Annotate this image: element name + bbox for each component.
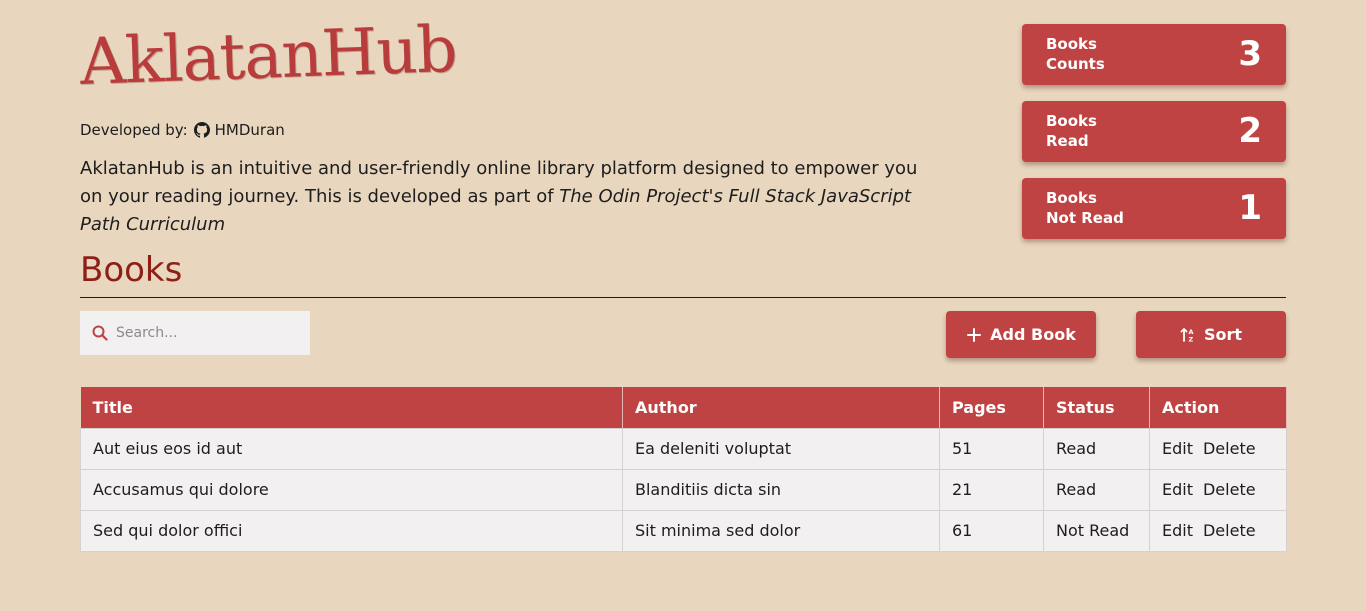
delete-button[interactable]: Delete <box>1203 521 1256 540</box>
edit-button[interactable]: Edit <box>1162 480 1193 499</box>
stat-label-line2: Not Read <box>1046 209 1124 227</box>
table-row: Aut eius eos id aut Ea deleniti voluptat… <box>80 427 1287 470</box>
sort-button[interactable]: AZ Sort <box>1136 311 1286 358</box>
table-row: Sed qui dolor offici Sit minima sed dolo… <box>80 509 1287 552</box>
stat-label: Books Not Read <box>1046 188 1166 228</box>
stat-value: 2 <box>1238 111 1262 151</box>
stat-books-not-read: Books Not Read 1 <box>1022 178 1286 239</box>
delete-button[interactable]: Delete <box>1203 439 1256 458</box>
cell-pages: 61 <box>939 509 1044 552</box>
books-table: Title Author Pages Status Action Aut eiu… <box>80 387 1287 552</box>
stat-label: Books Counts <box>1046 34 1166 74</box>
search-icon <box>92 325 108 341</box>
column-header-action: Action <box>1149 387 1287 428</box>
stat-label-line2: Read <box>1046 132 1089 150</box>
section-divider <box>80 297 1286 298</box>
cell-action: Edit Delete <box>1149 509 1287 552</box>
stat-label-line1: Books <box>1046 35 1097 53</box>
github-icon[interactable] <box>193 122 210 138</box>
edit-button[interactable]: Edit <box>1162 439 1193 458</box>
app-logo: AklatanHub <box>78 12 458 100</box>
cell-title: Sed qui dolor offici <box>80 509 623 552</box>
cell-status[interactable]: Not Read <box>1043 509 1150 552</box>
cell-status[interactable]: Read <box>1043 427 1150 470</box>
stat-label-line2: Counts <box>1046 55 1105 73</box>
add-book-label: Add Book <box>990 325 1076 344</box>
add-book-button[interactable]: Add Book <box>946 311 1096 358</box>
cell-pages: 21 <box>939 468 1044 511</box>
app-description: AklatanHub is an intuitive and user-frie… <box>80 155 920 239</box>
books-section-title: Books <box>80 250 183 290</box>
cell-author: Ea deleniti voluptat <box>622 427 940 470</box>
column-header-author: Author <box>622 387 940 428</box>
cell-author: Blanditiis dicta sin <box>622 468 940 511</box>
cell-title: Aut eius eos id aut <box>80 427 623 470</box>
cell-action: Edit Delete <box>1149 427 1287 470</box>
developer-link[interactable]: HMDuran <box>215 120 285 140</box>
plus-icon <box>966 327 982 343</box>
stat-value: 1 <box>1238 188 1262 228</box>
cell-title: Accusamus qui dolore <box>80 468 623 511</box>
stat-label: Books Read <box>1046 111 1166 151</box>
delete-button[interactable]: Delete <box>1203 480 1256 499</box>
table-row: Accusamus qui dolore Blanditiis dicta si… <box>80 468 1287 511</box>
developed-by-label: Developed by: <box>80 121 188 139</box>
page: AklatanHub Developed by: HMDuran Aklatan… <box>0 0 1366 611</box>
edit-button[interactable]: Edit <box>1162 521 1193 540</box>
stat-label-line1: Books <box>1046 189 1097 207</box>
stat-value: 3 <box>1238 34 1262 74</box>
column-header-pages: Pages <box>939 387 1044 428</box>
table-header-row: Title Author Pages Status Action <box>80 387 1287 428</box>
cell-pages: 51 <box>939 427 1044 470</box>
stat-books-count: Books Counts 3 <box>1022 24 1286 85</box>
column-header-status: Status <box>1043 387 1150 428</box>
search-input[interactable] <box>116 325 296 341</box>
column-header-title: Title <box>80 387 623 428</box>
developer-credit: Developed by: HMDuran <box>80 120 285 140</box>
stat-books-read: Books Read 2 <box>1022 101 1286 162</box>
cell-author: Sit minima sed dolor <box>622 509 940 552</box>
search-box[interactable] <box>80 311 310 355</box>
svg-text:Z: Z <box>1188 335 1193 343</box>
stat-label-line1: Books <box>1046 112 1097 130</box>
sort-label: Sort <box>1203 325 1243 344</box>
sort-icon: AZ <box>1180 327 1196 343</box>
cell-action: Edit Delete <box>1149 468 1287 511</box>
cell-status[interactable]: Read <box>1043 468 1150 511</box>
